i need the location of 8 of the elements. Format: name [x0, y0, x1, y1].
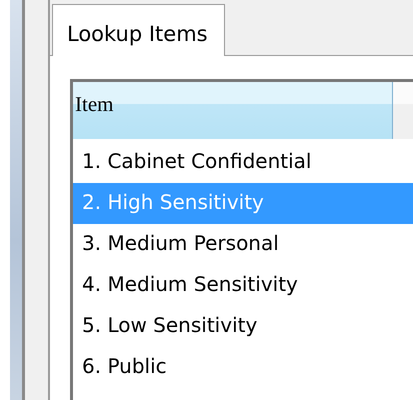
list-item[interactable]: 5. Low Sensitivity — [73, 306, 413, 347]
list-item[interactable]: 1. Cabinet Confidential — [73, 142, 413, 183]
empty-column-header — [393, 82, 413, 139]
list-item[interactable]: 4. Medium Sensitivity — [73, 265, 413, 306]
tab[interactable]: Lookup Items — [52, 4, 225, 56]
list-item[interactable]: 6. Public — [73, 347, 413, 388]
column-header[interactable]: Item — [73, 82, 393, 139]
list-item[interactable]: 3. Medium Personal — [73, 224, 413, 265]
